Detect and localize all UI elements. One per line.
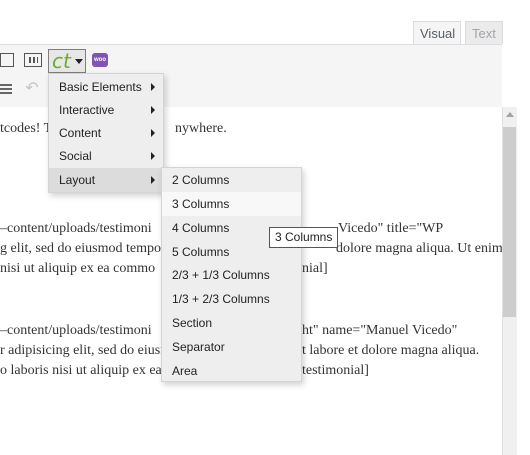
layout-item-section[interactable]: Section bbox=[162, 311, 301, 335]
shortcodes-button[interactable]: ct bbox=[48, 49, 86, 73]
scrollbar-thumb[interactable] bbox=[503, 127, 516, 317]
woocommerce-icon[interactable]: woo bbox=[92, 53, 108, 67]
menu-item-label: Content bbox=[59, 126, 102, 140]
layout-item-3-columns[interactable]: 3 Columns bbox=[162, 192, 301, 216]
tooltip: 3 Columns bbox=[269, 227, 339, 248]
layout-item-area[interactable]: Area bbox=[162, 359, 301, 383]
editor-line: ht" name="Manuel Vicedo" bbox=[302, 323, 458, 338]
layout-submenu: 2 Columns 3 Columns 4 Columns 5 Columns … bbox=[161, 167, 302, 382]
tab-text[interactable]: Text bbox=[465, 21, 503, 44]
menu-item-interactive[interactable]: Interactive bbox=[49, 98, 163, 122]
menu-item-label: Layout bbox=[59, 173, 96, 187]
menu-item-content[interactable]: Content bbox=[49, 121, 163, 145]
editor-line: r adipisicing elit, sed do eiusn bbox=[0, 343, 168, 358]
chevron-down-icon bbox=[75, 59, 83, 64]
chevron-right-icon bbox=[151, 106, 155, 114]
toolbar-toggle-icon[interactable] bbox=[24, 53, 42, 67]
editor-line: nial] bbox=[302, 261, 328, 276]
menu-item-label: Interactive bbox=[59, 103, 115, 117]
layout-item-2-columns[interactable]: 2 Columns bbox=[162, 168, 301, 192]
editor-line: g elit, sed do eiusmod tempo bbox=[0, 241, 161, 256]
editor-line: dolore magna aliqua. Ut enim bbox=[336, 241, 503, 256]
editor-line: o laboris nisi ut aliquip ex ea bbox=[0, 363, 162, 378]
ct-logo-icon: ct bbox=[52, 49, 71, 73]
editor-line: t labore et dolore magna aliqua. bbox=[302, 343, 480, 358]
menu-item-basic-elements[interactable]: Basic Elements bbox=[49, 75, 163, 99]
menu-item-social[interactable]: Social bbox=[49, 144, 163, 168]
indent-icon[interactable] bbox=[0, 84, 12, 96]
fullscreen-icon[interactable] bbox=[0, 53, 14, 67]
menu-item-label: Basic Elements bbox=[59, 80, 142, 94]
editor-line: nywhere. bbox=[175, 121, 227, 136]
editor-line: testimonial] bbox=[302, 363, 369, 378]
menu-item-layout[interactable]: Layout bbox=[49, 168, 163, 192]
scroll-up-arrow-icon[interactable] bbox=[506, 112, 514, 117]
layout-item-two-thirds-one-third[interactable]: 2/3 + 1/3 Columns bbox=[162, 263, 301, 287]
layout-item-one-third-two-thirds[interactable]: 1/3 + 2/3 Columns bbox=[162, 287, 301, 311]
menu-item-label: Social bbox=[59, 149, 92, 163]
chevron-right-icon bbox=[151, 83, 155, 91]
undo-icon[interactable]: ↶ bbox=[25, 81, 39, 97]
editor-line: nisi ut aliquip ex ea commo bbox=[0, 261, 156, 276]
shortcodes-menu: Basic Elements Interactive Content Socia… bbox=[48, 73, 164, 193]
chevron-right-icon bbox=[151, 176, 155, 184]
tab-visual[interactable]: Visual bbox=[413, 21, 461, 44]
layout-item-separator[interactable]: Separator bbox=[162, 335, 301, 359]
editor-line: Vicedo" title="WP bbox=[338, 221, 444, 236]
editor-line: –content/uploads/testimoni bbox=[0, 323, 152, 338]
chevron-right-icon bbox=[151, 129, 155, 137]
chevron-right-icon bbox=[151, 152, 155, 160]
editor-line: –content/uploads/testimoni bbox=[0, 221, 152, 236]
